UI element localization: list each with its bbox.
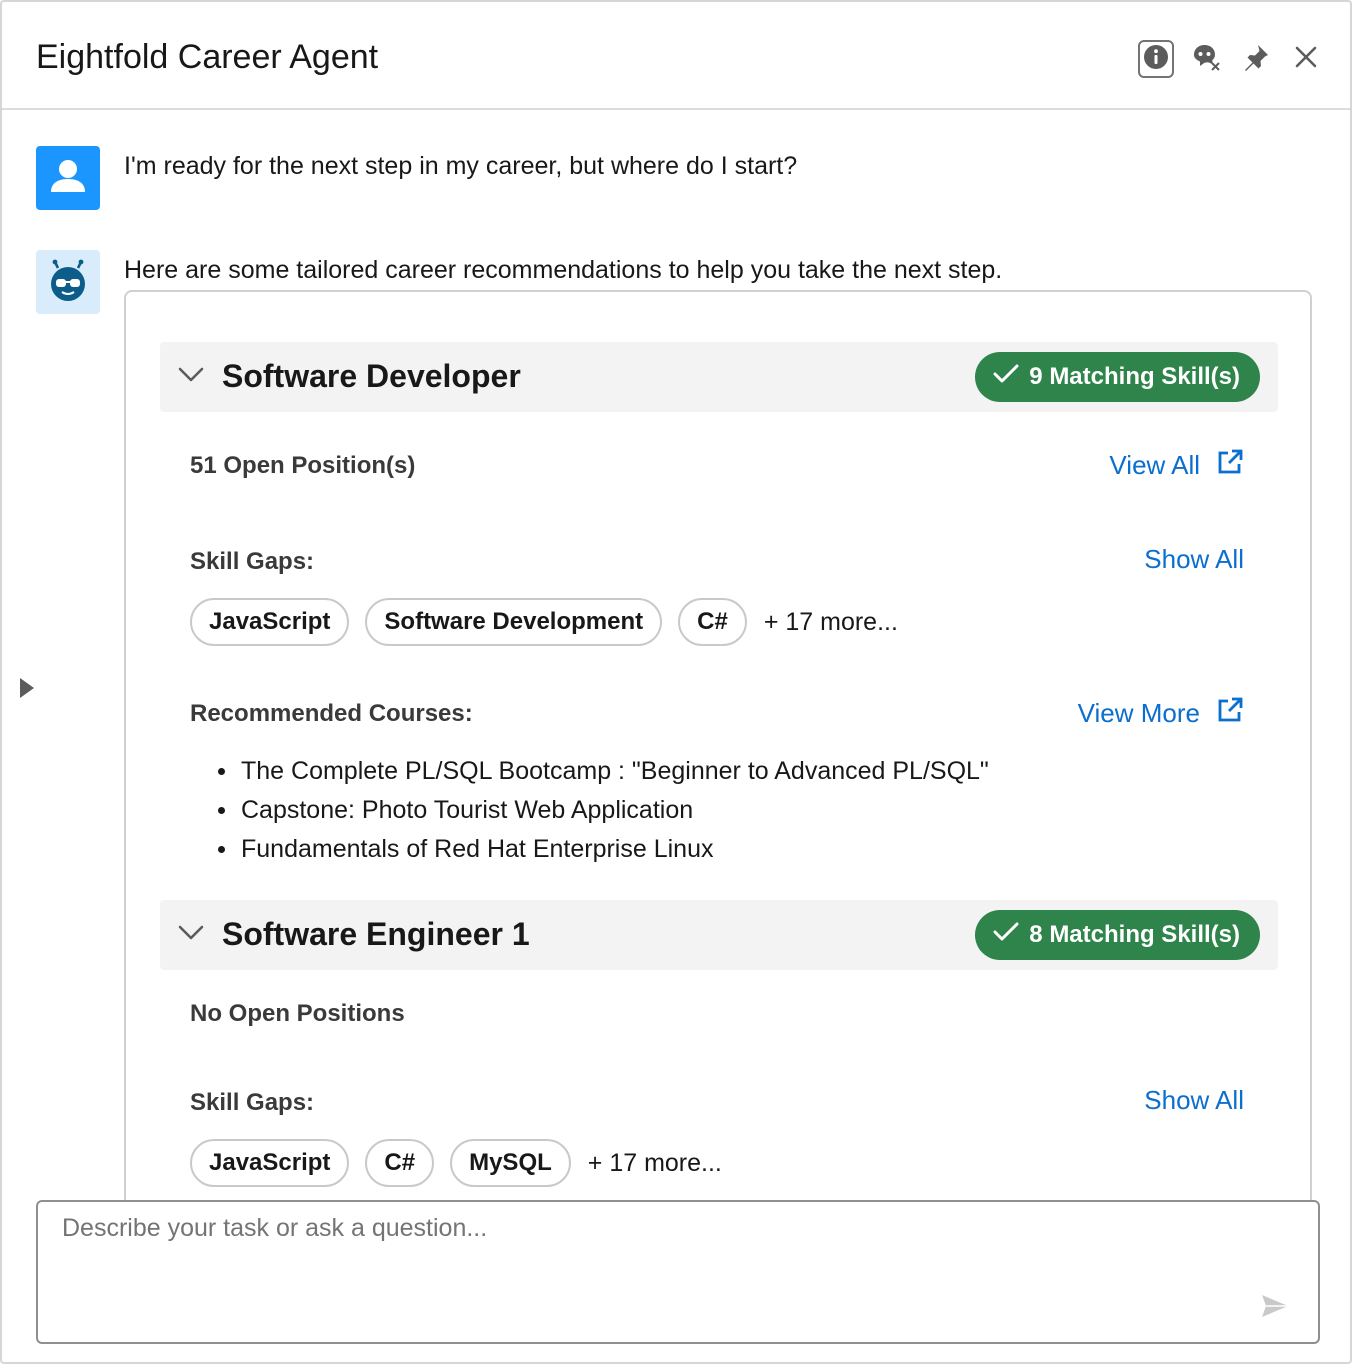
recommendation-title: Software Engineer 1 — [222, 916, 530, 952]
skill-pill: JavaScript — [190, 1139, 350, 1187]
course-item[interactable]: The Complete PL/SQL Bootcamp : "Beginner… — [218, 752, 989, 791]
show-all-skills-link[interactable]: Show All — [1144, 544, 1244, 575]
check-icon — [993, 363, 1019, 391]
view-all-label: View All — [1109, 450, 1200, 480]
bot-message: Here are some tailored career recommenda… — [124, 256, 1003, 284]
show-all-skills-link[interactable]: Show All — [1144, 1085, 1244, 1116]
agent-off-button[interactable] — [1188, 40, 1224, 78]
close-icon — [1295, 46, 1317, 73]
more-skills-count: + 17 more... — [763, 607, 898, 636]
user-avatar — [36, 146, 100, 210]
skill-pill: JavaScript — [190, 598, 350, 646]
close-button[interactable] — [1288, 40, 1324, 78]
message-composer — [36, 1200, 1320, 1344]
recommendation-title: Software Developer — [222, 358, 521, 394]
view-all-positions-link[interactable]: View All — [1109, 448, 1244, 483]
view-more-courses-link[interactable]: View More — [1078, 696, 1244, 731]
matching-skills-badge: 9 Matching Skill(s) — [975, 352, 1260, 402]
matching-skills-badge: 8 Matching Skill(s) — [975, 910, 1260, 960]
check-icon — [993, 921, 1019, 949]
skill-gaps-list: JavaScript Software Development C# + 17 … — [190, 598, 898, 646]
info-icon — [1143, 44, 1169, 75]
skill-pill: C# — [365, 1139, 435, 1187]
skill-pill: Software Development — [365, 598, 663, 646]
chevron-down-icon — [178, 366, 204, 389]
course-item[interactable]: Capstone: Photo Tourist Web Application — [218, 791, 989, 830]
open-positions-label: No Open Positions — [190, 1000, 405, 1027]
accordion-software-engineer-1[interactable]: Software Engineer 1 8 Matching Skill(s) — [160, 900, 1278, 970]
skill-gaps-list: JavaScript C# MySQL + 17 more... — [190, 1139, 722, 1187]
open-positions-label: 51 Open Position(s) — [190, 452, 416, 479]
pin-icon — [1242, 43, 1270, 76]
message-input[interactable] — [62, 1214, 1262, 1314]
career-agent-window: Eightfold Career Agent I'm ready for the… — [0, 0, 1352, 1364]
user-icon — [48, 156, 88, 201]
header-actions — [1138, 40, 1324, 78]
user-message: I'm ready for the next step in my career… — [124, 152, 798, 180]
skill-pill: C# — [678, 598, 747, 646]
more-skills-count: + 17 more... — [587, 1148, 722, 1177]
recommendations-card: Software Developer 9 Matching Skill(s) 5… — [124, 290, 1312, 1210]
send-icon[interactable] — [1260, 1293, 1290, 1324]
bot-avatar — [36, 250, 100, 314]
skill-pill: MySQL — [450, 1139, 571, 1187]
external-link-icon — [1216, 448, 1244, 483]
skill-gaps-label: Skill Gaps: — [190, 548, 315, 575]
accordion-software-developer[interactable]: Software Developer 9 Matching Skill(s) — [160, 342, 1278, 412]
matching-skills-label: 8 Matching Skill(s) — [1029, 921, 1240, 948]
pin-button[interactable] — [1238, 40, 1274, 78]
external-link-icon — [1216, 696, 1244, 731]
skill-gaps-label: Skill Gaps: — [190, 1089, 315, 1116]
matching-skills-label: 9 Matching Skill(s) — [1029, 363, 1240, 390]
view-more-label: View More — [1077, 698, 1200, 728]
panel-header: Eightfold Career Agent — [2, 2, 1350, 110]
agent-off-icon — [1191, 42, 1221, 77]
chevron-down-icon — [178, 924, 204, 947]
info-button[interactable] — [1138, 40, 1174, 78]
expand-sidebar-arrow-icon[interactable] — [20, 678, 34, 698]
panel-title: Eightfold Career Agent — [36, 38, 379, 76]
course-item[interactable]: Fundamentals of Red Hat Enterprise Linux — [218, 830, 989, 869]
recommended-courses-label: Recommended Courses: — [190, 700, 473, 727]
bot-icon — [46, 258, 90, 307]
courses-list: The Complete PL/SQL Bootcamp : "Beginner… — [218, 752, 989, 869]
